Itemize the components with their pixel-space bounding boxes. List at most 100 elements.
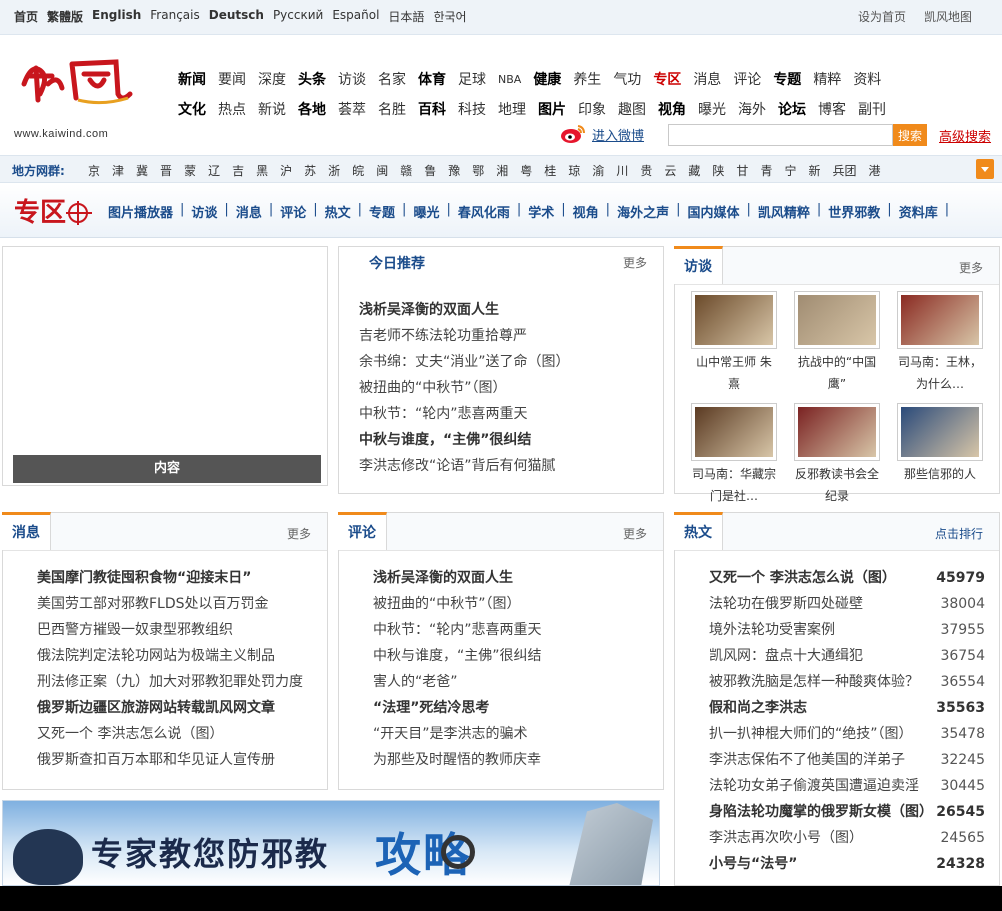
- interview-thumbnail[interactable]: [897, 291, 983, 349]
- nav-link[interactable]: 图片: [538, 99, 566, 119]
- interview-card[interactable]: 反邪教读书会全纪录: [794, 403, 880, 507]
- interview-caption[interactable]: 山中常王师 朱熹: [691, 351, 777, 395]
- language-link[interactable]: Русский: [273, 8, 323, 25]
- news-tab[interactable]: 消息: [2, 512, 51, 550]
- interview-card[interactable]: 那些信邪的人: [897, 403, 983, 507]
- nav-link[interactable]: 新说: [258, 99, 286, 119]
- language-link[interactable]: Deutsch: [209, 8, 264, 25]
- list-item[interactable]: 余书绵：丈夫“消业”送了命（图）: [359, 349, 653, 375]
- local-site-link[interactable]: 陕: [712, 162, 724, 179]
- list-item[interactable]: 中秋与谁度，“主佛”很纠结: [373, 643, 653, 669]
- list-item[interactable]: “法理”死结冷思考: [373, 695, 653, 721]
- nav-link[interactable]: 气功: [613, 69, 641, 89]
- nav-link[interactable]: 文化: [178, 99, 206, 119]
- local-site-link[interactable]: 苏: [304, 162, 316, 179]
- nav-link[interactable]: 访谈: [338, 69, 366, 89]
- comments-tab[interactable]: 评论: [338, 512, 387, 550]
- interview-card[interactable]: 司马南：王林，为什么…: [897, 291, 983, 395]
- nav-link[interactable]: NBA: [498, 73, 521, 86]
- nav-link[interactable]: 健康: [533, 69, 561, 89]
- list-item[interactable]: 被扭曲的“中秋节”（图）: [373, 591, 653, 617]
- hot-list-item[interactable]: 身陷法轮功魔掌的俄罗斯女模（图） 26545: [709, 799, 985, 825]
- hot-list-item[interactable]: 凯风网：盘点十大通缉犯 36754: [709, 643, 985, 669]
- interview-caption[interactable]: 抗战中的“中国鹰”: [794, 351, 880, 395]
- zone-nav-item[interactable]: 学术: [528, 202, 554, 221]
- interview-card[interactable]: 山中常王师 朱熹: [691, 291, 777, 395]
- local-site-link[interactable]: 冀: [136, 162, 148, 179]
- anti-cult-banner[interactable]: 专家教您防邪教 攻略: [2, 800, 660, 886]
- nav-link[interactable]: 趣图: [618, 99, 646, 119]
- list-item[interactable]: 又死一个 李洪志怎么说（图）: [37, 721, 317, 747]
- list-item[interactable]: 吉老师不练法轮功重拾尊严: [359, 323, 653, 349]
- interview-thumbnail[interactable]: [794, 403, 880, 461]
- local-site-link[interactable]: 琼: [568, 162, 580, 179]
- local-site-link[interactable]: 渝: [592, 162, 604, 179]
- sitemap-link[interactable]: 凯风地图: [924, 8, 972, 25]
- local-site-link[interactable]: 京: [88, 162, 100, 179]
- local-site-link[interactable]: 贵: [640, 162, 652, 179]
- interviews-more-link[interactable]: 更多: [959, 259, 983, 276]
- nav-link[interactable]: 热点: [218, 99, 246, 119]
- interview-thumbnail[interactable]: [794, 291, 880, 349]
- hot-list-item[interactable]: 又死一个 李洪志怎么说（图） 45979: [709, 565, 985, 591]
- interview-caption[interactable]: 司马南：华藏宗门是社…: [691, 463, 777, 507]
- zone-nav-item[interactable]: 春风化雨: [458, 202, 510, 221]
- nav-link[interactable]: 头条: [298, 69, 326, 89]
- zone-nav-item[interactable]: 热文: [325, 202, 351, 221]
- list-item[interactable]: 为那些及时醒悟的教师庆幸: [373, 747, 653, 773]
- nav-link[interactable]: 海外: [738, 99, 766, 119]
- nav-link[interactable]: 印象: [578, 99, 606, 119]
- hot-list-item[interactable]: 小号与“法号” 24328: [709, 851, 985, 877]
- zone-nav-item[interactable]: 访谈: [191, 202, 217, 221]
- local-site-link[interactable]: 粤: [520, 162, 532, 179]
- search-input[interactable]: [668, 124, 893, 146]
- zone-nav-item[interactable]: 专题: [369, 202, 395, 221]
- interview-thumbnail[interactable]: [897, 403, 983, 461]
- list-item[interactable]: 俄法院判定法轮功网站为极端主义制品: [37, 643, 317, 669]
- zone-nav-item[interactable]: 曝光: [413, 202, 439, 221]
- local-site-link[interactable]: 鄂: [472, 162, 484, 179]
- list-item[interactable]: 巴西警方摧毁一奴隶型邪教组织: [37, 617, 317, 643]
- nav-link[interactable]: 曝光: [698, 99, 726, 119]
- nav-link[interactable]: 博客: [818, 99, 846, 119]
- list-item[interactable]: 俄罗斯边疆区旅游网站转载凯风网文章: [37, 695, 317, 721]
- nav-link[interactable]: 视角: [658, 99, 686, 119]
- hot-list-item[interactable]: 境外法轮功受害案例 37955: [709, 617, 985, 643]
- hot-list-item[interactable]: 被邪教洗脑是怎样一种酸爽体验？ 36554: [709, 669, 985, 695]
- local-site-link[interactable]: 吉: [232, 162, 244, 179]
- nav-link[interactable]: 体育: [418, 69, 446, 89]
- nav-link[interactable]: 足球: [458, 69, 486, 89]
- nav-link[interactable]: 论坛: [778, 99, 806, 119]
- nav-link[interactable]: 各地: [298, 99, 326, 119]
- interview-caption[interactable]: 司马南：王林，为什么…: [897, 351, 983, 395]
- local-site-link[interactable]: 桂: [544, 162, 556, 179]
- news-more-link[interactable]: 更多: [287, 525, 311, 542]
- list-item[interactable]: 李洪志修改“论语”背后有何猫腻: [359, 453, 653, 479]
- expand-dropdown-icon[interactable]: [976, 159, 994, 179]
- nav-link[interactable]: 专区: [653, 69, 681, 89]
- local-site-link[interactable]: 川: [616, 162, 628, 179]
- local-site-link[interactable]: 闽: [376, 162, 388, 179]
- local-site-link[interactable]: 沪: [280, 162, 292, 179]
- search-button[interactable]: 搜索: [893, 124, 927, 146]
- nav-link[interactable]: 养生: [573, 69, 601, 89]
- local-site-link[interactable]: 湘: [496, 162, 508, 179]
- list-item[interactable]: 被扭曲的“中秋节”（图）: [359, 375, 653, 401]
- zone-nav-item[interactable]: 消息: [236, 202, 262, 221]
- local-site-link[interactable]: 港: [869, 162, 881, 179]
- list-item[interactable]: 浅析吴泽衡的双面人生: [359, 297, 653, 323]
- local-site-link[interactable]: 皖: [352, 162, 364, 179]
- list-item[interactable]: 中秋节：“轮内”悲喜两重天: [359, 401, 653, 427]
- zone-nav-item[interactable]: 资料库: [899, 202, 938, 221]
- list-item[interactable]: 俄罗斯查扣百万本耶和华见证人宣传册: [37, 747, 317, 773]
- advanced-search-link[interactable]: 高级搜索: [939, 126, 991, 145]
- nav-link[interactable]: 名家: [378, 69, 406, 89]
- local-site-link[interactable]: 甘: [736, 162, 748, 179]
- click-rank-link[interactable]: 点击排行: [935, 525, 983, 542]
- interview-thumbnail[interactable]: [691, 403, 777, 461]
- local-site-link[interactable]: 青: [760, 162, 772, 179]
- nav-link[interactable]: 百科: [418, 99, 446, 119]
- interview-thumbnail[interactable]: [691, 291, 777, 349]
- nav-link[interactable]: 副刊: [858, 99, 886, 119]
- list-item[interactable]: 浅析吴泽衡的双面人生: [373, 565, 653, 591]
